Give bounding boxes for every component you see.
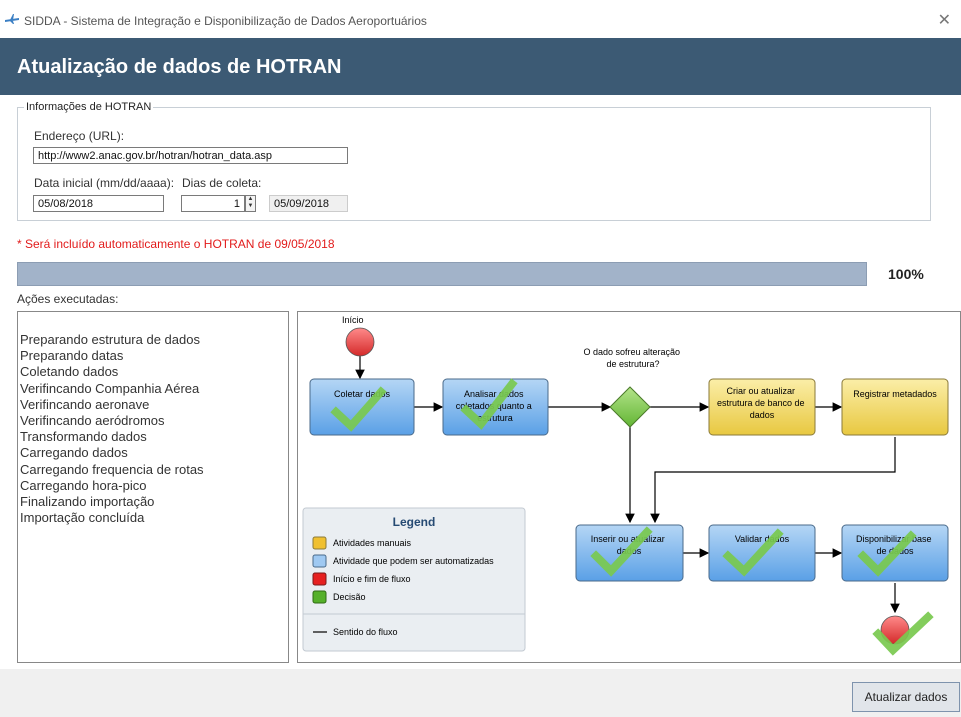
days-stepper[interactable]: ▲ ▼ [245,195,256,212]
days-label: Dias de coleta: [182,176,262,190]
decision-line-1: O dado sofreu alteração [583,347,680,357]
publish-line-1: Disponibilizar base [856,534,932,544]
days-input[interactable]: 1 [181,195,245,212]
airplane-icon [5,14,19,24]
log-item: Carregando dados [20,445,128,461]
register-metadata-label: Registrar metadados [853,389,937,399]
create-line-1: Criar ou atualizar [726,386,795,396]
workflow-diagram: Início Coletar dados Analisar dados cole… [297,311,961,663]
start-date-input[interactable]: 05/08/2018 [33,195,164,212]
legend-decision: Decisão [333,592,366,602]
log-item: Finalizando importação [20,494,155,510]
log-item: Carregando frequencia de rotas [20,461,204,477]
page-header: Atualização de dados de HOTRAN [0,38,961,95]
group-legend: Informações de HOTRAN [26,101,152,113]
actions-log: Preparando estrutura de dados Preparando… [17,311,289,663]
log-item: Carregando hora-pico [20,477,147,493]
legend-manual: Atividades manuais [333,538,412,548]
url-label: Endereço (URL): [34,129,125,143]
end-date-field: 05/09/2018 [269,195,348,212]
log-item: Preparando datas [20,348,124,364]
close-icon[interactable]: ✕ [938,10,951,30]
legend-startend: Início e fim de fluxo [333,574,411,584]
warning-text: * Será incluído automaticamente o HOTRAN… [17,237,335,251]
start-node [345,327,375,357]
log-item: Transformando dados [20,429,147,445]
title-bar: SIDDA - Sistema de Integração e Disponib… [0,0,961,38]
legend-title: Legend [393,515,436,529]
stepper-up-icon[interactable]: ▲ [246,196,255,203]
collect-data-box [309,378,415,436]
page-title: Atualização de dados de HOTRAN [17,56,342,78]
start-label: Início [342,315,364,325]
decision-line-2: de estrutura? [606,359,659,369]
create-line-2: estrutura de banco de [717,398,805,408]
svg-text:O dado sofreu alteração: O dado sofreu alteração de estrutura? [583,347,682,369]
window-title: SIDDA - Sistema de Integração e Disponib… [24,14,427,28]
log-item: Verifincando Companhia Aérea [20,380,200,396]
legend-direction: Sentido do fluxo [333,627,398,637]
log-item: Preparando estrutura de dados [20,332,200,347]
register-metadata-box [841,378,949,436]
analyze-line-1: Analisar dados [464,389,524,399]
log-item: Importação concluída [20,510,145,526]
start-date-label: Data inicial (mm/dd/aaaa): [34,176,175,190]
decision-diamond [609,386,651,428]
log-item: Coletando dados [20,364,119,380]
diagram-legend: Legend Atividades manuais Atividade que … [302,507,526,652]
legend-automated: Atividade que podem ser automatizadas [333,556,494,566]
progress-bar [17,262,867,286]
actions-label: Ações executadas: [17,292,119,306]
progress-percent: 100% [888,266,924,282]
insert-line-1: Inserir ou atualizar [591,534,665,544]
stepper-down-icon[interactable]: ▼ [246,203,255,210]
create-line-3: dados [750,410,775,420]
log-item: Verifincando aeronave [20,396,150,412]
footer-bar [0,669,961,717]
log-item: Verifincando aeródromos [20,413,165,429]
url-input[interactable]: http://www2.anac.gov.br/hotran/hotran_da… [33,147,348,164]
update-data-button[interactable]: Atualizar dados [852,682,960,712]
